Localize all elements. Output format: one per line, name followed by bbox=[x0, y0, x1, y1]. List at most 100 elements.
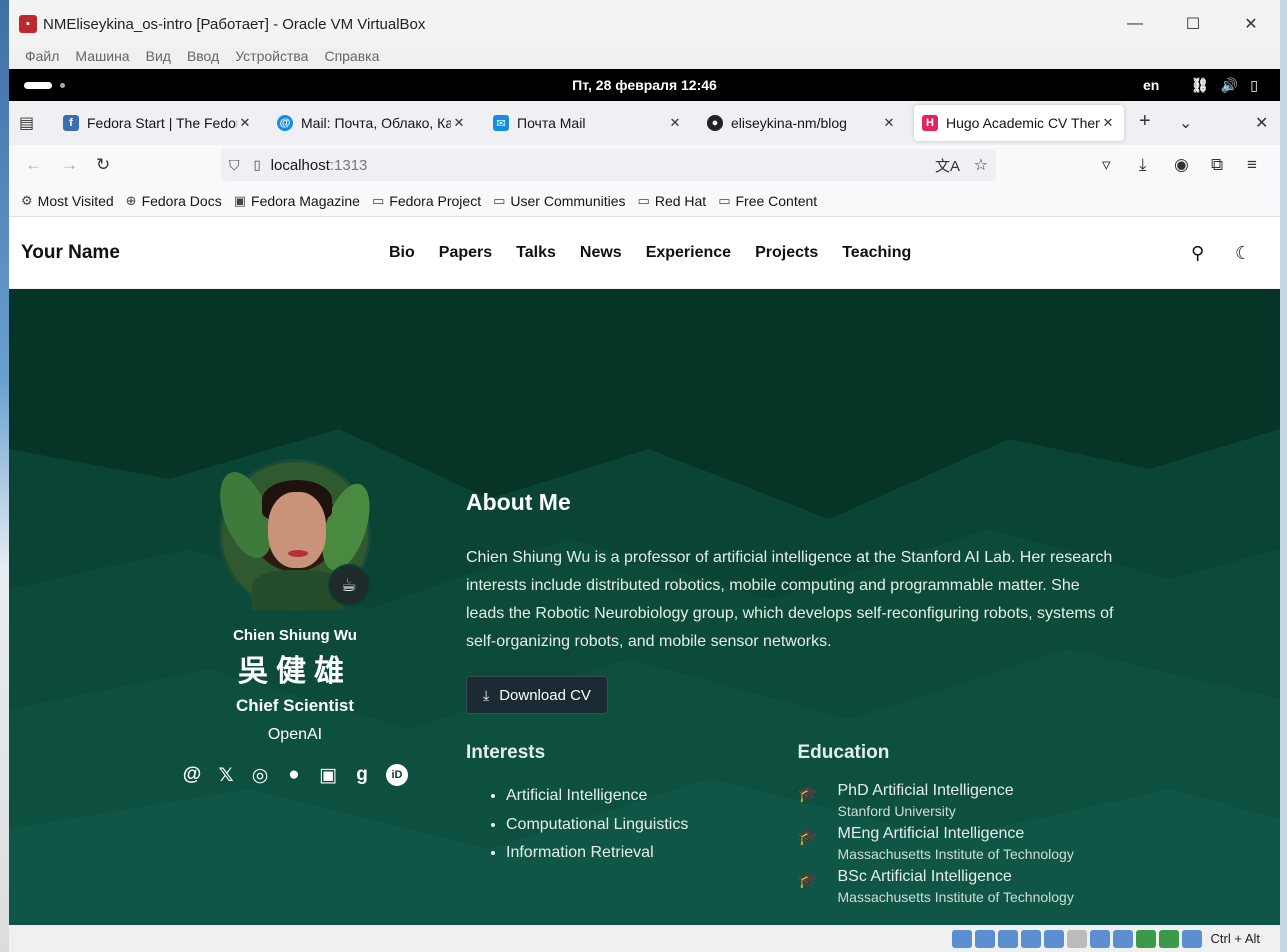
menu-machine[interactable]: Машина bbox=[67, 44, 137, 68]
mail-ru-icon: @ bbox=[277, 115, 293, 131]
menu-help[interactable]: Справка bbox=[316, 44, 387, 68]
email-icon[interactable]: @ bbox=[182, 764, 202, 786]
education-item: 🎓 BSc Artificial Intelligence Massachuse… bbox=[797, 868, 1074, 905]
menu-devices[interactable]: Устройства bbox=[227, 44, 316, 68]
tab-close-icon[interactable]: ✕ bbox=[667, 115, 683, 131]
close-icon[interactable]: ✕ bbox=[1222, 0, 1280, 48]
bookmark-star-icon[interactable]: ☆ bbox=[974, 155, 988, 175]
window-controls: — ☐ ✕ bbox=[1106, 0, 1280, 48]
forward-icon[interactable]: → bbox=[61, 155, 78, 175]
input-language[interactable]: en bbox=[1143, 77, 1159, 93]
bookmark-free-content[interactable]: ▭ Free Content bbox=[718, 193, 817, 209]
bookmark-red-hat[interactable]: ▭ Red Hat bbox=[638, 193, 707, 209]
site-brand[interactable]: Your Name bbox=[21, 242, 120, 264]
reload-icon[interactable]: ↻ bbox=[96, 155, 110, 175]
fedora-magazine-icon: ▣ bbox=[233, 192, 247, 208]
bookmark-most-visited[interactable]: ⚙ Most Visited bbox=[21, 193, 114, 209]
virtualbox-window: ▪ NMEliseykina_os-intro [Работает] - Ora… bbox=[9, 0, 1280, 952]
interests-title: Interests bbox=[466, 742, 546, 763]
nav-papers[interactable]: Papers bbox=[439, 244, 492, 262]
bookmark-fedora-docs[interactable]: ⊕ Fedora Docs bbox=[126, 193, 222, 209]
recording-icon[interactable] bbox=[1112, 929, 1133, 948]
tab-close-icon[interactable]: ✕ bbox=[1100, 115, 1116, 131]
nav-teaching[interactable]: Teaching bbox=[842, 244, 911, 262]
profile-chinese-name: 吳健雄 bbox=[238, 654, 352, 689]
host-key-label: Ctrl + Alt bbox=[1210, 931, 1261, 946]
google-scholar-icon[interactable]: g bbox=[352, 764, 372, 786]
tab-hugo-academic[interactable]: H Hugo Academic CV Theme ✕ bbox=[914, 105, 1124, 141]
menu-file[interactable]: Файл bbox=[17, 44, 67, 68]
nav-news[interactable]: News bbox=[580, 244, 622, 262]
usb-icon[interactable] bbox=[1043, 929, 1064, 948]
education-column: Education 🎓 PhD Artificial Intelligence … bbox=[798, 742, 1127, 911]
pocket-icon[interactable]: ▿ bbox=[1102, 155, 1111, 175]
instagram-icon[interactable]: ◎ bbox=[250, 764, 270, 786]
mouse-integration-icon[interactable] bbox=[1181, 929, 1202, 948]
x-twitter-icon[interactable]: 𝕏 bbox=[216, 764, 236, 786]
nav-talks[interactable]: Talks bbox=[516, 244, 556, 262]
network-adapter-icon[interactable] bbox=[1020, 929, 1041, 948]
shared-folders-icon[interactable] bbox=[1066, 929, 1087, 948]
globe-icon: ⊕ bbox=[125, 192, 137, 208]
dark-mode-icon[interactable]: ☾ bbox=[1235, 243, 1251, 264]
orcid-icon[interactable]: iD bbox=[386, 764, 408, 786]
download-icon: ⤓ bbox=[483, 686, 490, 703]
menu-icon[interactable]: ≡ bbox=[1247, 155, 1257, 175]
new-tab-icon[interactable]: + bbox=[1139, 110, 1151, 133]
list-item: Computational Linguistics bbox=[506, 811, 798, 840]
guest-additions-icon[interactable] bbox=[1158, 929, 1179, 948]
nav-bio[interactable]: Bio bbox=[389, 244, 415, 262]
tab-fedora-start[interactable]: f Fedora Start | The Fedora ✕ bbox=[55, 105, 261, 141]
github-icon[interactable]: ● bbox=[284, 764, 304, 786]
clock[interactable]: Пт, 28 февраля 12:46 bbox=[9, 77, 1280, 93]
vbox-titlebar: ▪ NMEliseykina_os-intro [Работает] - Ora… bbox=[9, 0, 1280, 48]
browser-navbar: ← → ↻ ⛉ ▯ localhost:1313 文A ☆ ▿ ⤓ ◉ ⧉ ≡ bbox=[9, 145, 1280, 185]
bookmark-user-communities[interactable]: ▭ User Communities bbox=[493, 193, 625, 209]
account-icon[interactable]: ◉ bbox=[1174, 155, 1189, 175]
page-info-icon[interactable]: ▯ bbox=[254, 157, 261, 173]
hugo-icon: H bbox=[922, 115, 938, 131]
folder-icon: ▭ bbox=[718, 192, 731, 208]
profile-card: ☕ Chien Shiung Wu 吳健雄 Chief Scientist Op… bbox=[169, 459, 421, 786]
tab-close-icon[interactable]: ✕ bbox=[451, 115, 467, 131]
linkedin-icon[interactable]: ▣ bbox=[318, 764, 338, 786]
translate-icon[interactable]: 文A bbox=[935, 155, 960, 176]
cpu-icon[interactable] bbox=[1135, 929, 1156, 948]
shield-icon[interactable]: ⛉ bbox=[229, 157, 240, 174]
tab-close-icon[interactable]: ✕ bbox=[881, 115, 897, 131]
site-navbar: Your Name Bio Papers Talks News Experien… bbox=[9, 217, 1280, 289]
folder-icon: ▭ bbox=[371, 192, 385, 208]
github-icon: ● bbox=[707, 115, 723, 131]
nav-experience[interactable]: Experience bbox=[646, 244, 731, 262]
back-icon[interactable]: ← bbox=[25, 155, 42, 175]
search-icon[interactable]: ⚲ bbox=[1191, 243, 1204, 264]
display-icon[interactable] bbox=[1089, 929, 1110, 948]
nav-projects[interactable]: Projects bbox=[755, 244, 818, 262]
tab-close-icon[interactable]: ✕ bbox=[237, 115, 253, 131]
extensions-icon[interactable]: ⧉ bbox=[1211, 155, 1223, 175]
tab-mail-ru[interactable]: @ Mail: Почта, Облако, Ка ✕ bbox=[269, 105, 475, 141]
tab-github-blog[interactable]: ● eliseykina-nm/blog ✕ bbox=[699, 105, 905, 141]
list-item: Information Retrieval bbox=[506, 839, 798, 868]
system-tray[interactable]: ⛓ 🔊 ▯ bbox=[1191, 77, 1258, 94]
menu-view[interactable]: Вид bbox=[138, 44, 179, 68]
menu-input[interactable]: Ввод bbox=[179, 44, 227, 68]
downloads-icon[interactable]: ⤓ bbox=[1139, 155, 1147, 175]
close-window-icon[interactable]: ✕ bbox=[1255, 113, 1268, 133]
audio-icon[interactable] bbox=[997, 929, 1018, 948]
minimize-icon[interactable]: — bbox=[1106, 0, 1164, 48]
tab-overview-icon[interactable]: ▤ bbox=[19, 113, 34, 133]
about-section: About Me Chien Shiung Wu is a professor … bbox=[466, 489, 1126, 911]
tab-list-chevron-icon[interactable]: ⌄ bbox=[1179, 113, 1192, 133]
coffee-status-icon: ☕ bbox=[328, 564, 370, 606]
url-bar[interactable]: ⛉ ▯ localhost:1313 文A ☆ bbox=[221, 149, 996, 181]
maximize-icon[interactable]: ☐ bbox=[1164, 0, 1222, 48]
tab-pochta-mail[interactable]: ✉ Почта Mail ✕ bbox=[485, 105, 691, 141]
bookmark-fedora-project[interactable]: ▭ Fedora Project bbox=[372, 193, 481, 209]
browser-tabbar: ▤ f Fedora Start | The Fedora ✕ @ Mail: … bbox=[9, 101, 1280, 145]
download-cv-button[interactable]: ⤓ Download CV bbox=[466, 676, 608, 714]
hard-disk-icon[interactable] bbox=[951, 929, 972, 948]
mail-icon: ✉ bbox=[493, 115, 509, 131]
bookmark-fedora-magazine[interactable]: ▣ Fedora Magazine bbox=[234, 193, 360, 209]
optical-drive-icon[interactable] bbox=[974, 929, 995, 948]
